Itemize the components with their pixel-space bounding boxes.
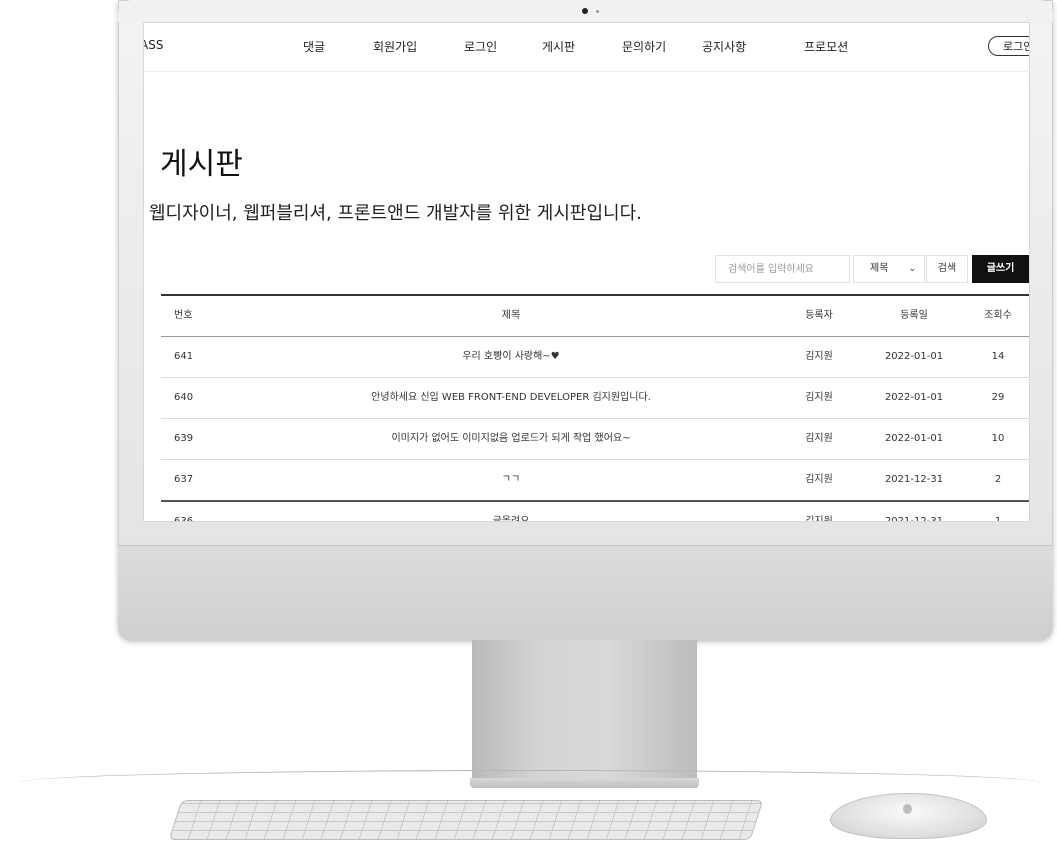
column-header-views: 조회수 <box>984 310 1012 321</box>
column-header-number: 번호 <box>174 310 193 321</box>
post-date: 2022-01-01 <box>884 392 944 403</box>
column-header-author: 등록자 <box>805 310 833 321</box>
post-author: 김지원 <box>805 351 833 362</box>
post-views: 2 <box>994 474 1002 485</box>
login-button[interactable]: 로그인 <box>988 36 1029 56</box>
nav-item-signup[interactable]: 회원가입 <box>373 38 417 55</box>
top-navigation: ASS 댓글 회원가입 로그인 게시판 문의하기 공지사항 프로모션 로그인 <box>144 23 1029 72</box>
nav-item-board[interactable]: 게시판 <box>542 38 575 55</box>
nav-item-login[interactable]: 로그인 <box>464 38 497 55</box>
post-title-link[interactable]: 안녕하세요 신입 WEB FRONT-END DEVELOPER 김지원입니다. <box>201 378 821 418</box>
page-title: 게시판 <box>160 147 243 182</box>
column-header-title: 제목 <box>501 310 521 321</box>
table-row[interactable]: 636 글올려요 김지원 2021-12-31 1 <box>161 502 1029 522</box>
table-header: 번호 제목 등록자 등록일 조회수 <box>161 296 1029 337</box>
post-views: 29 <box>991 392 1005 403</box>
post-title-link[interactable]: ㄱㄱ <box>201 460 821 500</box>
nav-item-inquiry[interactable]: 문의하기 <box>622 38 666 55</box>
post-date: 2022-01-01 <box>884 351 944 362</box>
post-title-link[interactable]: 이미지가 없어도 이미지없음 업로드가 되게 작업 했어요~ <box>201 419 821 459</box>
post-date: 2021-12-31 <box>884 474 944 485</box>
post-date: 2021-12-31 <box>884 516 944 522</box>
post-date: 2022-01-01 <box>884 433 944 444</box>
table-row[interactable]: 639 이미지가 없어도 이미지없음 업로드가 되게 작업 했어요~ 김지원 2… <box>161 419 1029 460</box>
column-header-date: 등록일 <box>900 310 928 321</box>
post-title-link[interactable]: 우리 호빵이 사랑해~♥ <box>201 337 821 377</box>
post-number: 640 <box>174 392 194 403</box>
imac-chin <box>118 545 1053 641</box>
desk-surface <box>20 770 1040 795</box>
nav-item-notice[interactable]: 공지사항 <box>702 38 746 55</box>
keyboard-image <box>168 800 764 840</box>
post-views: 10 <box>991 433 1005 444</box>
table-row[interactable]: 637 ㄱㄱ 김지원 2021-12-31 2 <box>161 460 1029 502</box>
post-views: 14 <box>991 351 1005 362</box>
page-subtitle: 웹디자이너, 웹퍼블리셔, 프론트앤드 개발자를 위한 게시판입니다. <box>149 203 642 224</box>
post-number: 637 <box>174 474 194 485</box>
camera-sensor-icon <box>596 10 599 13</box>
website-screen: ASS 댓글 회원가입 로그인 게시판 문의하기 공지사항 프로모션 로그인 게… <box>143 22 1030 522</box>
post-author: 김지원 <box>805 433 833 444</box>
search-button[interactable]: 검색 <box>926 255 968 283</box>
post-number: 636 <box>174 516 194 522</box>
camera-icon <box>582 8 588 14</box>
mouse-image <box>830 793 987 839</box>
brand-logo[interactable]: ASS <box>144 38 163 52</box>
write-button[interactable]: 글쓰기 <box>972 255 1029 283</box>
post-author: 김지원 <box>805 474 833 485</box>
post-author: 김지원 <box>805 392 833 403</box>
nav-item-comments[interactable]: 댓글 <box>303 38 325 55</box>
table-row[interactable]: 641 우리 호빵이 사랑해~♥ 김지원 2022-01-01 14 <box>161 337 1029 378</box>
post-title-link[interactable]: 글올려요 <box>201 502 821 521</box>
post-number: 639 <box>174 433 194 444</box>
nav-item-promotion[interactable]: 프로모션 <box>804 38 848 55</box>
apple-logo-icon <box>903 804 912 814</box>
search-input[interactable] <box>715 255 850 283</box>
chevron-down-icon: ⌄ <box>908 264 916 274</box>
board-table: 번호 제목 등록자 등록일 조회수 641 우리 호빵이 사랑해~♥ 김지원 2… <box>161 294 1029 522</box>
search-field-select[interactable]: 제목 ⌄ <box>853 255 925 283</box>
search-field-selected: 제목 <box>870 263 889 274</box>
post-author: 김지원 <box>805 516 833 522</box>
imac-stand <box>472 640 697 780</box>
post-number: 641 <box>174 351 194 362</box>
post-views: 1 <box>994 516 1002 522</box>
table-row[interactable]: 640 안녕하세요 신입 WEB FRONT-END DEVELOPER 김지원… <box>161 378 1029 419</box>
